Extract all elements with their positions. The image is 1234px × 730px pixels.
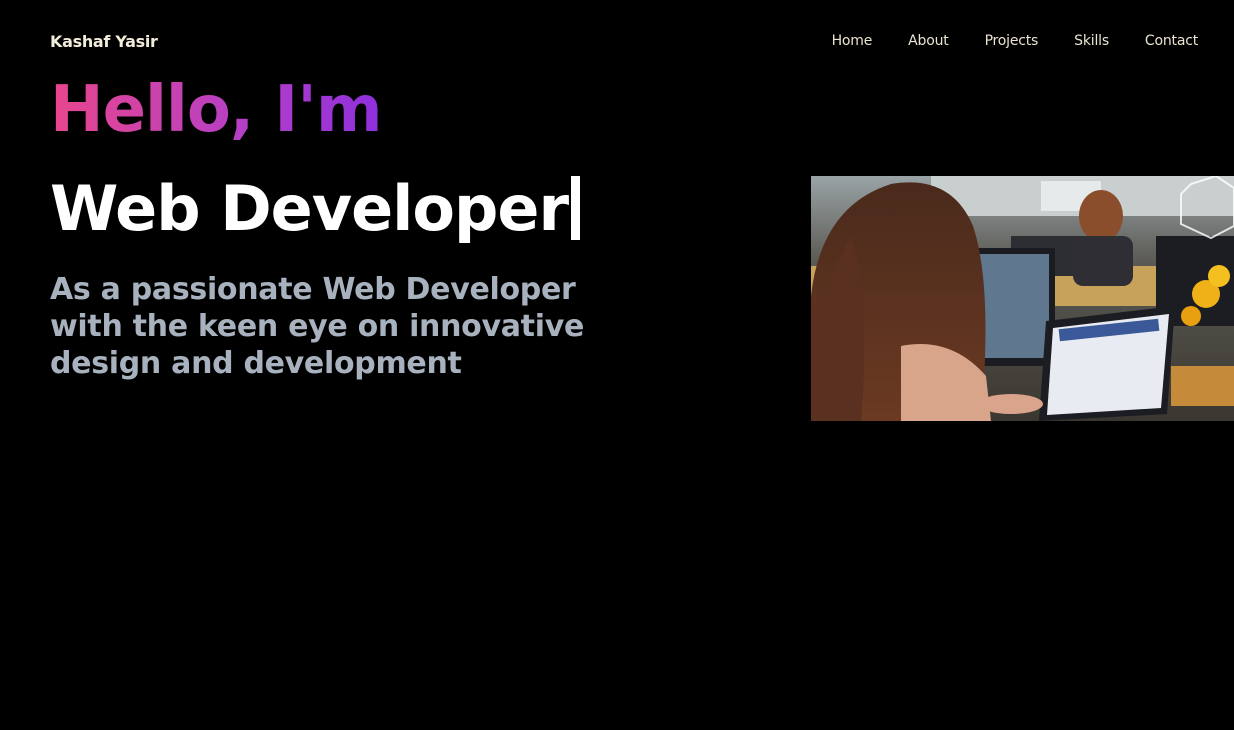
portfolio-page: Kashaf Yasir Home About Projects Skills … [0,0,1234,730]
hero-role: Web Developer [50,172,581,246]
nav-home[interactable]: Home [832,33,873,49]
hero-role-text: Web Developer [50,172,569,245]
brand-logo[interactable]: Kashaf Yasir [50,32,158,51]
typing-caret [571,176,581,240]
nav-skills[interactable]: Skills [1074,33,1109,49]
office-photo-icon [811,176,1234,421]
nav-projects[interactable]: Projects [985,33,1039,49]
hero-greeting: Hello, I'm [50,73,382,147]
nav-about[interactable]: About [908,33,949,49]
main-nav: Home About Projects Skills Contact [796,33,1199,49]
hero-photo [811,176,1234,421]
hero-description: As a passionate Web Developer with the k… [50,272,585,381]
nav-contact[interactable]: Contact [1145,33,1198,49]
